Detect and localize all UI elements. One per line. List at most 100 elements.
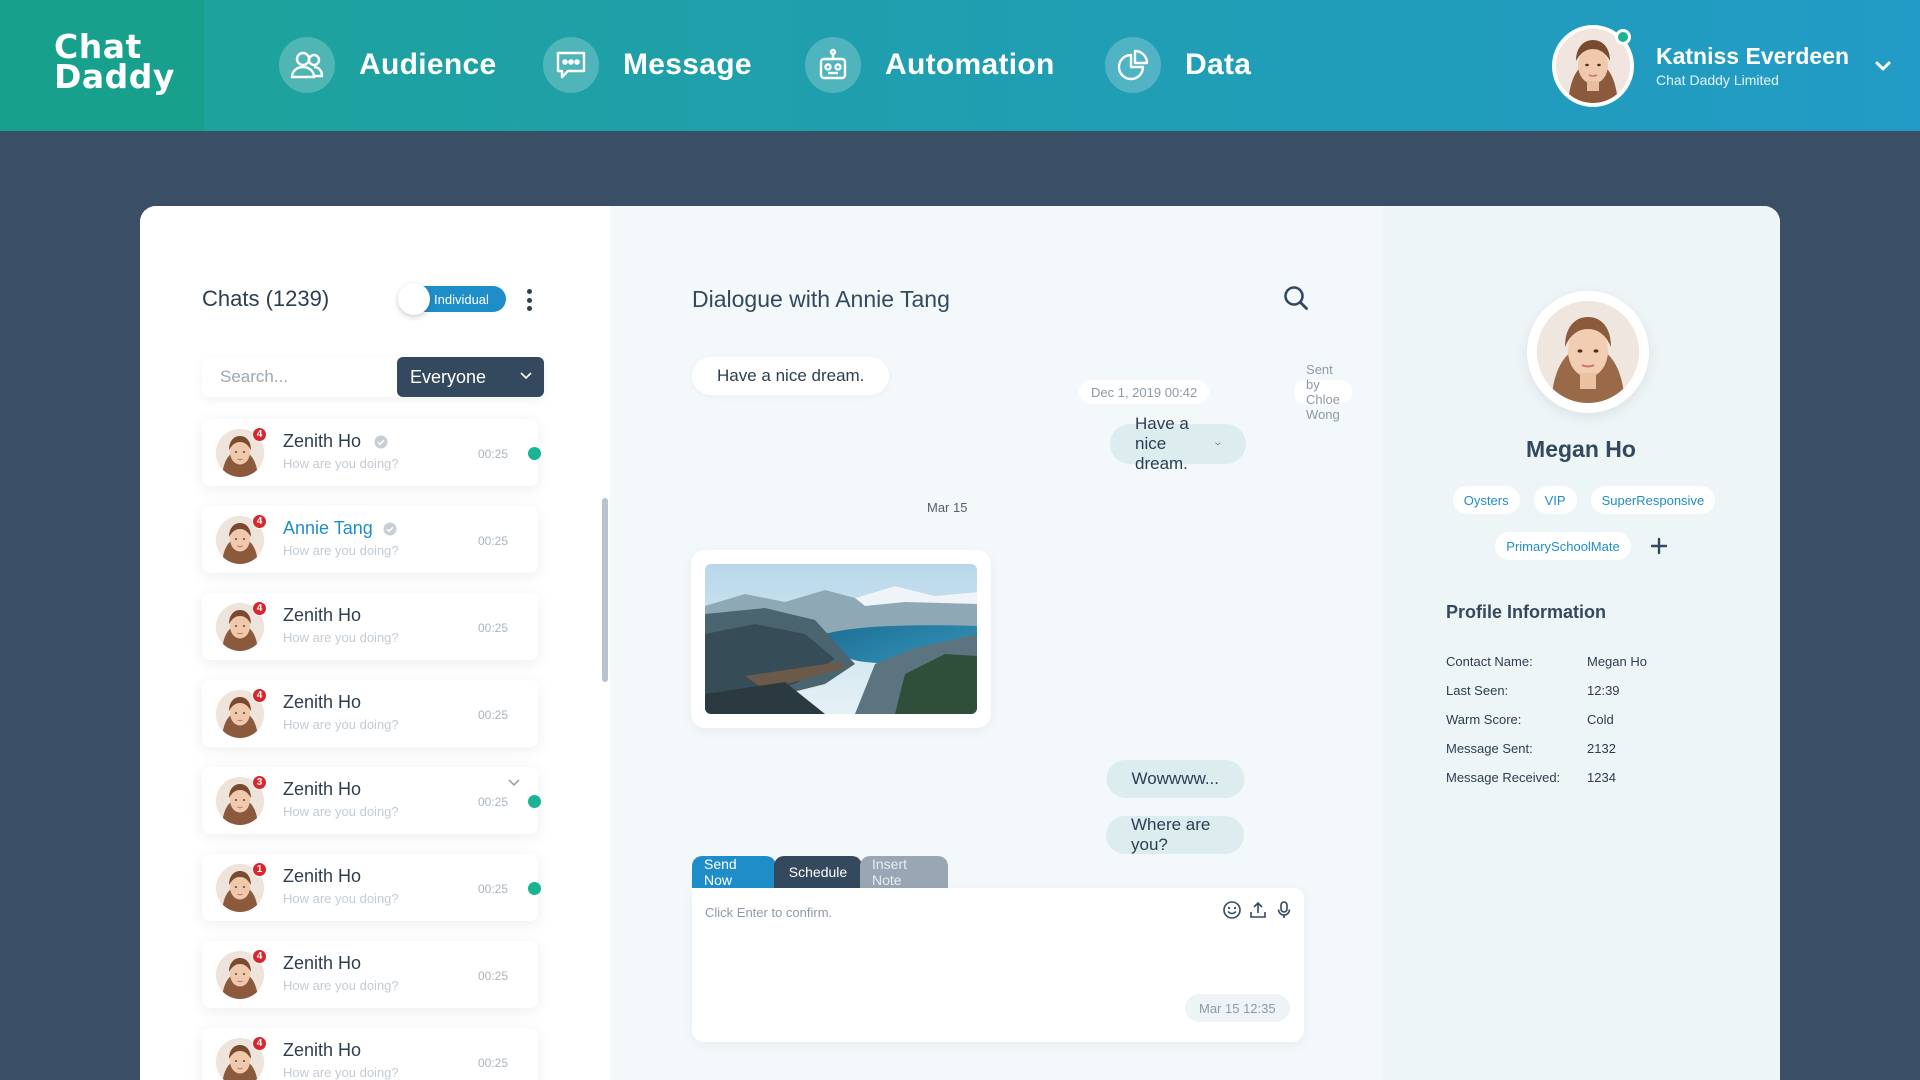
contact-tag[interactable]: SuperResponsive xyxy=(1590,486,1716,514)
unread-count-badge: 4 xyxy=(252,514,267,529)
chat-list-item[interactable]: 4 Zenith Ho How are you doing? 00:25 xyxy=(202,680,538,747)
chat-contact-name: Zenith Ho xyxy=(283,866,362,886)
outgoing-message[interactable]: Wowwww... xyxy=(1106,760,1244,798)
chats-title: Chats (1239) xyxy=(202,286,330,311)
tab-send-now[interactable]: Send Now xyxy=(692,856,776,888)
chat-list-item[interactable]: 4 Zenith Ho How are you doing? 00:25 xyxy=(202,1028,538,1080)
chat-contact-name: Zenith Ho xyxy=(283,1040,362,1060)
upload-icon[interactable] xyxy=(1248,900,1268,920)
fjord-landscape-image[interactable] xyxy=(705,564,977,714)
chat-daddy-logo[interactable]: Chat Daddy xyxy=(54,30,175,93)
incoming-message[interactable]: Have a nice dream. xyxy=(692,357,890,395)
nav-audience[interactable]: Audience xyxy=(279,36,496,94)
pie-chart-icon xyxy=(1105,37,1161,93)
unread-dot xyxy=(528,447,541,460)
chat-preview: How are you doing? xyxy=(283,804,399,819)
nav-automation-label: Automation xyxy=(885,48,1055,81)
chat-list-item[interactable]: 1 Zenith Ho How are you doing? 00:25 xyxy=(202,854,541,921)
individual-toggle[interactable]: Individual xyxy=(398,283,506,315)
nav-data-label: Data xyxy=(1185,48,1252,81)
profile-info-row: Warm Score: Cold xyxy=(1446,712,1707,741)
chat-list-item[interactable]: 3 Zenith Ho How are you doing? 00:25 xyxy=(202,767,541,834)
plus-icon xyxy=(1650,537,1667,555)
outgoing-message[interactable]: Have a nice dream. xyxy=(1110,414,1246,473)
contact-avatar[interactable] xyxy=(1527,291,1649,413)
message-date-pill: Dec 1, 2019 00:42 xyxy=(1079,380,1210,404)
contact-name: Megan Ho xyxy=(1526,436,1636,462)
nav-audience-label: Audience xyxy=(359,48,497,81)
profile-info-title: Profile Information xyxy=(1446,602,1607,622)
chat-preview: How are you doing? xyxy=(283,978,399,993)
verified-icon xyxy=(383,522,397,536)
unread-count-badge: 4 xyxy=(252,688,267,703)
profile-info-key: Last Seen: xyxy=(1446,683,1509,698)
chat-preview: How are you doing? xyxy=(283,717,399,732)
unread-count-badge: 3 xyxy=(252,775,267,790)
toggle-knob[interactable] xyxy=(398,283,430,315)
search-row: Everyone xyxy=(202,357,544,397)
message-text: Where are you? xyxy=(1131,815,1211,854)
chat-list-scrollbar[interactable] xyxy=(602,498,608,682)
contact-tag[interactable]: Oysters xyxy=(1452,486,1520,514)
chat-time: 00:25 xyxy=(478,708,509,722)
logo-area[interactable]: Chat Daddy xyxy=(0,0,204,131)
message-text: Wowwww... xyxy=(1131,769,1219,788)
chevron-down-icon[interactable] xyxy=(1215,440,1221,448)
chat-preview: How are you doing? xyxy=(283,543,399,558)
unread-count-badge: 4 xyxy=(252,949,267,964)
chat-time: 00:25 xyxy=(478,1056,509,1070)
chat-preview: How are you doing? xyxy=(283,456,399,471)
chat-list-item[interactable]: 4 Zenith Ho How are you doing? 00:25 xyxy=(202,593,538,660)
main-card: Chats (1239) Individual Everyone xyxy=(140,206,1780,1080)
scheduled-time-pill[interactable]: Mar 15 12:35 xyxy=(1185,994,1290,1022)
dialogue-panel: Dialogue with Annie Tang Have a nice dre… xyxy=(610,206,1382,1080)
profile-info-key: Contact Name: xyxy=(1446,654,1533,669)
unread-dot xyxy=(528,795,541,808)
chat-contact-name: Zenith Ho xyxy=(283,431,362,451)
tab-schedule[interactable]: Schedule xyxy=(774,856,862,888)
chevron-down-icon[interactable] xyxy=(508,779,520,787)
nav-message[interactable]: Message xyxy=(543,36,752,94)
add-tag-button[interactable] xyxy=(1645,532,1673,560)
chat-time: 00:25 xyxy=(478,969,509,983)
audience-filter-label: Everyone xyxy=(410,366,487,387)
more-options-icon[interactable] xyxy=(523,286,535,314)
chat-list-item[interactable]: 4 Zenith Ho How are you doing? 00:25 xyxy=(202,941,538,1008)
message-sender: Sent by Chloe Wong xyxy=(1306,362,1340,422)
date-separator: Mar 15 xyxy=(927,500,968,515)
chat-preview: How are you doing? xyxy=(283,891,399,906)
profile-info-row: Message Received: 1234 xyxy=(1446,770,1707,799)
unread-count-badge: 4 xyxy=(252,1036,267,1051)
outgoing-message[interactable]: Where are you? xyxy=(1106,815,1244,854)
emoji-icon[interactable] xyxy=(1222,900,1242,920)
contact-tag[interactable]: PrimarySchoolMate xyxy=(1495,532,1631,560)
message-text: Have a nice dream. xyxy=(717,366,865,385)
contact-tag[interactable]: VIP xyxy=(1533,486,1577,514)
chat-time: 00:25 xyxy=(478,795,509,809)
search-icon[interactable] xyxy=(1282,284,1310,312)
microphone-icon[interactable] xyxy=(1274,900,1294,920)
chevron-down-icon xyxy=(520,372,532,380)
profile-info-value: 12:39 xyxy=(1587,683,1620,698)
message-text: Have a nice dream. xyxy=(1135,414,1189,473)
profile-info-table: Contact Name: Megan Ho Last Seen: 12:39 Warm… xyxy=(1446,654,1707,799)
chat-list-item[interactable]: 4 Zenith Ho How are you doing? 00:25 xyxy=(202,419,541,486)
audience-filter-select[interactable]: Everyone xyxy=(397,357,544,397)
image-message[interactable] xyxy=(691,550,991,728)
profile-info-value: 1234 xyxy=(1587,770,1616,785)
chat-time: 00:25 xyxy=(478,447,509,461)
tab-insert-note[interactable]: Insert Note xyxy=(860,856,948,888)
unread-count-badge: 4 xyxy=(252,601,267,616)
chat-time: 00:25 xyxy=(478,882,509,896)
profile-info-row: Message Sent: 2132 xyxy=(1446,741,1707,770)
nav-automation[interactable]: Automation xyxy=(805,36,1055,94)
unread-count-badge: 1 xyxy=(252,862,267,877)
chat-time: 00:25 xyxy=(478,621,509,635)
chevron-down-icon[interactable] xyxy=(1872,55,1894,77)
chat-list-item[interactable]: 4 Annie Tang How are you doing? 00:25 xyxy=(202,506,538,573)
unread-count-badge: 4 xyxy=(252,427,267,442)
nav-data[interactable]: Data xyxy=(1105,36,1251,94)
message-input[interactable] xyxy=(705,901,1185,923)
search-input[interactable] xyxy=(202,357,397,397)
online-status-indicator xyxy=(1615,29,1631,45)
